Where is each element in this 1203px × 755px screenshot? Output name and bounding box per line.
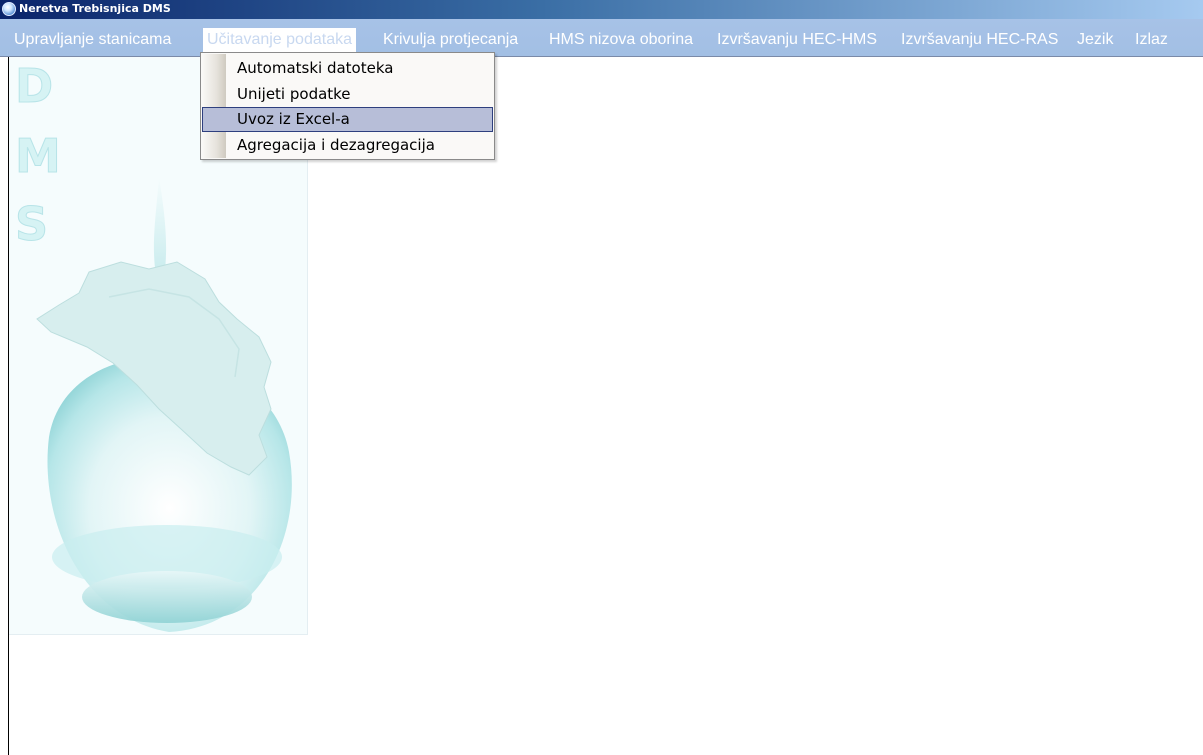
menu-item-agregacija-i-dezagregacija[interactable]: Agregacija i dezagregacija: [202, 133, 493, 158]
dropdown-ucitavanje-podataka: Automatski datoteka Unijeti podatke Uvoz…: [200, 52, 495, 160]
menu-izvrsavanju-hec-hms[interactable]: Izvršavanju HEC-HMS: [717, 27, 877, 53]
menu-hms-nizova-oborina[interactable]: HMS nizova oborina: [549, 27, 693, 53]
logo-letter-d: D: [14, 59, 54, 113]
water-drop-icon: [2, 2, 16, 16]
logo-letter-m: M: [15, 129, 62, 183]
menu-item-unijeti-podatke[interactable]: Unijeti podatke: [202, 82, 493, 107]
logo-letter-s: S: [14, 197, 49, 251]
menu-izlaz[interactable]: Izlaz: [1135, 27, 1168, 53]
menu-ucitavanje-podataka[interactable]: Učitavanje podataka: [203, 28, 356, 52]
window-title: Neretva Trebisnjica DMS: [19, 2, 171, 15]
menu-izvrsavanju-hec-ras[interactable]: Izvršavanju HEC-RAS: [901, 27, 1058, 53]
title-bar: Neretva Trebisnjica DMS: [0, 0, 1203, 19]
menu-krivulja-protjecanja[interactable]: Krivulja protjecanja: [383, 27, 518, 53]
menu-bar: Upravljanje stanicama Učitavanje podatak…: [0, 19, 1203, 57]
menu-upravljanje-stanicama[interactable]: Upravljanje stanicama: [14, 27, 171, 53]
menu-jezik[interactable]: Jezik: [1077, 27, 1113, 53]
menu-item-uvoz-iz-excel[interactable]: Uvoz iz Excel-a: [202, 107, 493, 132]
menu-item-automatski-datoteka[interactable]: Automatski datoteka: [202, 56, 493, 81]
